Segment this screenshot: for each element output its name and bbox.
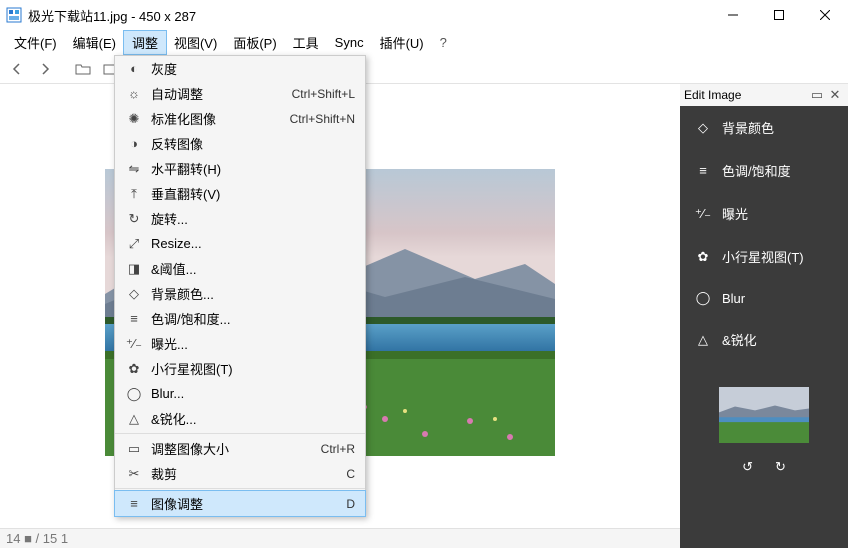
menu-separator bbox=[115, 488, 365, 489]
panel-title: Edit Image bbox=[684, 88, 808, 102]
resize-icon: ⤢ bbox=[121, 236, 147, 252]
adjust-dropdown: ◐灰度 ☼自动调整Ctrl+Shift+L ✺标准化图像Ctrl+Shift+N… bbox=[114, 55, 366, 517]
panel-opt-planet[interactable]: ✿小行星视图(T) bbox=[680, 235, 848, 278]
menu-threshold[interactable]: ◨&阈值... bbox=[115, 256, 365, 281]
app-icon bbox=[6, 7, 22, 23]
planet-icon: ✿ bbox=[121, 361, 147, 377]
window-title: 极光下载站11.jpg - 450 x 287 bbox=[28, 6, 710, 25]
exposure-icon: ⁺⁄₋ bbox=[694, 206, 712, 222]
menu-bgcolor[interactable]: ◇背景颜色... bbox=[115, 281, 365, 306]
sharpen-icon: △ bbox=[694, 332, 712, 348]
menu-hsl[interactable]: ≡色调/饱和度... bbox=[115, 306, 365, 331]
contrast-icon: ◐ bbox=[121, 61, 147, 76]
panel-detach-icon[interactable]: ▭ bbox=[808, 87, 826, 103]
nav-forward-button[interactable] bbox=[32, 56, 58, 82]
drop-icon: ◯ bbox=[121, 386, 147, 402]
rotate-icon: ↻ bbox=[121, 211, 147, 227]
panel-opt-exposure[interactable]: ⁺⁄₋曝光 bbox=[680, 192, 848, 235]
menu-flip-h[interactable]: ⇋水平翻转(H) bbox=[115, 156, 365, 181]
edit-image-panel: Edit Image ▭ ✕ ◇背景颜色 ≡色调/饱和度 ⁺⁄₋曝光 ✿小行星视… bbox=[680, 84, 848, 548]
statusbar: 14 ■ / 15 1 bbox=[0, 528, 680, 548]
folder-open-icon[interactable] bbox=[70, 56, 96, 82]
menu-panel[interactable]: 面板(P) bbox=[225, 31, 284, 54]
canvas-icon: ▭ bbox=[121, 441, 147, 457]
menu-invert[interactable]: ◑反转图像 bbox=[115, 131, 365, 156]
bg-icon: ◇ bbox=[121, 286, 147, 302]
menu-planet[interactable]: ✿小行星视图(T) bbox=[115, 356, 365, 381]
menu-blur[interactable]: ◯Blur... bbox=[115, 381, 365, 406]
menu-crop[interactable]: ✂裁剪C bbox=[115, 461, 365, 486]
menu-sharpen[interactable]: △&锐化... bbox=[115, 406, 365, 431]
panel-opt-blur[interactable]: ◯Blur bbox=[680, 278, 848, 318]
nav-back-button[interactable] bbox=[4, 56, 30, 82]
menu-flip-v[interactable]: ⤒垂直翻转(V) bbox=[115, 181, 365, 206]
menu-file[interactable]: 文件(F) bbox=[6, 31, 65, 54]
panel-opt-bgcolor[interactable]: ◇背景颜色 bbox=[680, 106, 848, 149]
menu-help[interactable]: ? bbox=[432, 33, 455, 52]
sliders-icon: ≡ bbox=[121, 311, 147, 326]
minimize-button[interactable] bbox=[710, 0, 756, 30]
titlebar: 极光下载站11.jpg - 450 x 287 bbox=[0, 0, 848, 30]
menu-resize[interactable]: ⤢Resize... bbox=[115, 231, 365, 256]
menu-image-adjust[interactable]: ≡图像调整D bbox=[115, 491, 365, 516]
menu-separator bbox=[115, 433, 365, 434]
menu-canvas-size[interactable]: ▭调整图像大小Ctrl+R bbox=[115, 436, 365, 461]
menu-sync[interactable]: Sync bbox=[327, 33, 372, 52]
rotate-ccw-button[interactable]: ↺ bbox=[742, 459, 753, 475]
rotate-cw-button[interactable]: ↻ bbox=[775, 459, 786, 475]
fliph-icon: ⇋ bbox=[121, 161, 147, 177]
menu-tools[interactable]: 工具 bbox=[285, 31, 327, 54]
panel-opt-hsl[interactable]: ≡色调/饱和度 bbox=[680, 149, 848, 192]
planet-icon: ✿ bbox=[694, 249, 712, 265]
threshold-icon: ◨ bbox=[121, 261, 147, 277]
target-icon: ✺ bbox=[121, 111, 147, 127]
flipv-icon: ⤒ bbox=[121, 186, 147, 202]
panel-thumbnail bbox=[680, 387, 848, 443]
close-button[interactable] bbox=[802, 0, 848, 30]
crop-icon: ✂ bbox=[121, 466, 147, 482]
menu-edit[interactable]: 编辑(E) bbox=[65, 31, 124, 54]
menu-greyscale[interactable]: ◐灰度 bbox=[115, 56, 365, 81]
menubar: 文件(F) 编辑(E) 调整 视图(V) 面板(P) 工具 Sync 插件(U)… bbox=[0, 30, 848, 54]
menu-auto-adjust[interactable]: ☼自动调整Ctrl+Shift+L bbox=[115, 81, 365, 106]
menu-normalize[interactable]: ✺标准化图像Ctrl+Shift+N bbox=[115, 106, 365, 131]
sharpen-icon: △ bbox=[121, 411, 147, 427]
panel-rotate-buttons: ↺ ↻ bbox=[680, 459, 848, 475]
menu-exposure[interactable]: ⁺⁄₋曝光... bbox=[115, 331, 365, 356]
sun-icon: ☼ bbox=[121, 86, 147, 101]
panel-close-icon[interactable]: ✕ bbox=[826, 87, 844, 103]
menu-adjust[interactable]: 调整 bbox=[124, 31, 166, 54]
menu-plugins[interactable]: 插件(U) bbox=[372, 31, 432, 54]
maximize-button[interactable] bbox=[756, 0, 802, 30]
panel-opt-sharpen[interactable]: △&锐化 bbox=[680, 318, 848, 361]
bg-icon: ◇ bbox=[694, 120, 712, 136]
drop-icon: ◯ bbox=[694, 290, 712, 306]
halfdrop-icon: ◑ bbox=[121, 136, 147, 151]
menu-rotate[interactable]: ↻旋转... bbox=[115, 206, 365, 231]
menu-view[interactable]: 视图(V) bbox=[166, 31, 225, 54]
panel-header: Edit Image ▭ ✕ bbox=[680, 84, 848, 106]
sliders-icon: ≡ bbox=[694, 163, 712, 178]
exposure-icon: ⁺⁄₋ bbox=[121, 336, 147, 352]
sliders-icon: ≡ bbox=[121, 496, 147, 511]
